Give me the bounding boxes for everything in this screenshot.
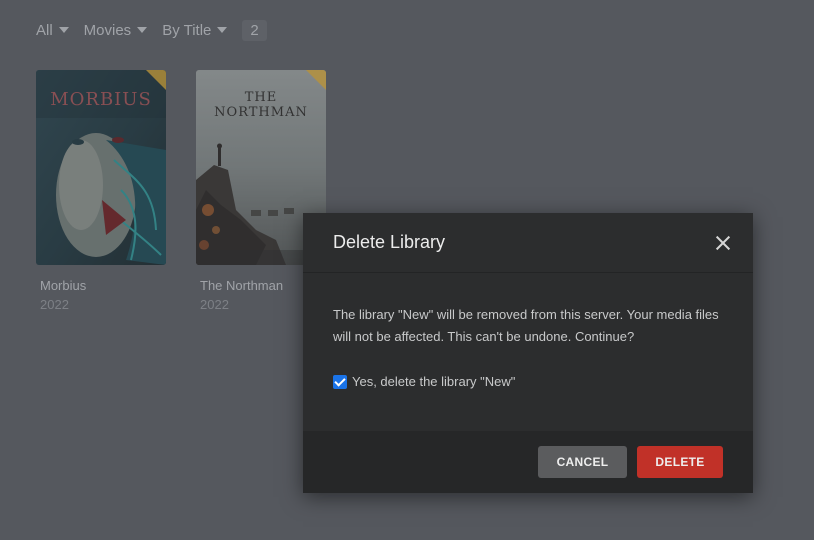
dialog-body: The library "New" will be removed from t… xyxy=(303,273,753,430)
chevron-down-icon xyxy=(137,27,148,33)
poster-dim-overlay xyxy=(36,70,166,265)
dialog-footer: CANCEL DELETE xyxy=(303,431,753,493)
filter-type-label: Movies xyxy=(83,21,132,39)
confirm-checkbox[interactable] xyxy=(333,374,347,389)
movie-year: 2022 xyxy=(40,297,69,312)
confirm-checkbox-row[interactable]: Yes, delete the library "New" xyxy=(333,374,723,389)
filter-type-dropdown[interactable]: Movies xyxy=(84,22,148,39)
movie-poster[interactable]: MORBIUS xyxy=(36,70,166,265)
dialog-header: Delete Library xyxy=(303,213,753,273)
watched-corner-badge xyxy=(146,70,166,90)
library-page: All Movies By Title 2 MORBIUS Morbius 20… xyxy=(0,0,814,540)
delete-library-dialog: Delete Library The library "New" will be… xyxy=(303,213,753,493)
chevron-down-icon xyxy=(58,27,69,33)
delete-button[interactable]: DELETE xyxy=(637,446,723,478)
watched-corner-badge xyxy=(306,70,326,90)
item-count-badge: 2 xyxy=(242,19,267,41)
sort-label: By Title xyxy=(162,21,212,39)
movie-title: Morbius xyxy=(40,278,87,293)
confirm-checkbox-label[interactable]: Yes, delete the library "New" xyxy=(352,374,515,389)
filter-all-label: All xyxy=(36,21,53,39)
sort-dropdown[interactable]: By Title xyxy=(162,21,228,39)
chevron-down-icon xyxy=(217,27,228,33)
filter-bar: All Movies By Title 2 xyxy=(36,18,267,42)
filter-all-dropdown[interactable]: All xyxy=(36,22,69,39)
dialog-message: The library "New" will be removed from t… xyxy=(333,307,719,344)
close-icon[interactable] xyxy=(715,235,731,251)
dialog-title: Delete Library xyxy=(333,232,446,252)
movie-card-morbius[interactable]: MORBIUS Morbius 2022 xyxy=(36,70,166,312)
cancel-button[interactable]: CANCEL xyxy=(538,446,627,478)
